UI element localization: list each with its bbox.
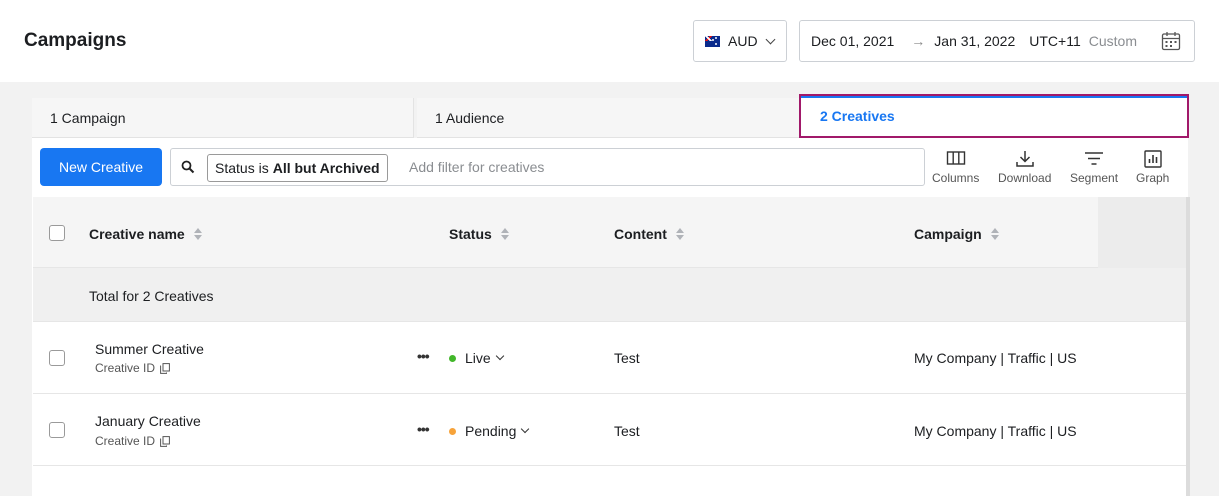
bar-chart-icon [1143, 150, 1162, 168]
more-options-icon[interactable]: ••• [417, 421, 430, 437]
creative-id-label: Creative ID [95, 361, 156, 375]
arrow-right-icon: → [911, 33, 926, 49]
status-label: Pending [465, 423, 517, 439]
total-label: Total for 2 Creatives [89, 288, 214, 304]
copy-icon[interactable] [160, 435, 170, 447]
column-header-label: Creative name [89, 226, 185, 242]
graph-label: Graph [1136, 171, 1170, 185]
status-dot [449, 354, 456, 362]
graph-button[interactable]: Graph [1136, 150, 1169, 185]
table-header-extension [1098, 197, 1186, 268]
select-all-checkbox[interactable] [49, 225, 65, 241]
filter-input[interactable] [409, 150, 909, 184]
chevron-down-icon [521, 424, 530, 434]
creative-id-label: Creative ID [95, 434, 156, 448]
australia-flag-icon [705, 35, 720, 47]
tab-audiences[interactable]: 1 Audience [417, 98, 801, 138]
search-icon [181, 160, 195, 174]
tab-bar: 1 Campaign 1 Audience 2 Creatives [32, 94, 1189, 138]
filter-lines-icon [1085, 152, 1104, 165]
date-start: Dec 01, 2021 [811, 33, 895, 49]
date-end: Jan 31, 2022 [934, 33, 1016, 49]
status-label: Live [465, 350, 491, 366]
sort-icon [990, 228, 999, 240]
row-checkbox[interactable] [49, 350, 65, 366]
download-button[interactable]: Download [998, 150, 1051, 185]
column-header-label: Campaign [914, 226, 982, 242]
segment-button[interactable]: Segment [1070, 150, 1118, 185]
chevron-down-icon [495, 351, 504, 361]
currency-label: AUD [728, 33, 758, 49]
filter-chip-prefix: Status is [215, 160, 269, 176]
page-title: Campaigns [24, 30, 127, 51]
sort-icon [675, 228, 684, 240]
more-options-icon[interactable]: ••• [417, 348, 430, 364]
download-label: Download [998, 171, 1052, 185]
creative-name[interactable]: Summer Creative [95, 341, 204, 357]
columns-button[interactable]: Columns [932, 150, 979, 185]
copy-icon[interactable] [160, 362, 170, 374]
row-checkbox[interactable] [49, 422, 65, 438]
tab-campaigns[interactable]: 1 Campaign [32, 98, 414, 138]
content-cell: Test [614, 350, 640, 366]
creative-id[interactable]: Creative ID [95, 361, 170, 375]
columns-label: Columns [932, 171, 980, 185]
column-header-content[interactable]: Content [614, 226, 684, 242]
column-header-label: Content [614, 226, 667, 242]
status-dot [449, 427, 456, 435]
tab-creatives[interactable]: 2 Creatives [799, 94, 1189, 138]
creative-name[interactable]: January Creative [95, 413, 201, 429]
calendar-icon[interactable] [1161, 31, 1181, 51]
new-creative-button[interactable]: New Creative [40, 148, 162, 186]
range-mode-label: Custom [1088, 33, 1137, 49]
column-header-campaign[interactable]: Campaign [914, 226, 999, 242]
content-cell: Test [614, 423, 640, 439]
sort-icon [193, 228, 202, 240]
campaign-cell[interactable]: My Company | Traffic | US [914, 423, 1077, 439]
column-header-label: Status [449, 226, 492, 242]
column-header-creative-name[interactable]: Creative name [89, 226, 202, 242]
column-header-status[interactable]: Status [449, 226, 509, 242]
status-dropdown[interactable]: Pending [449, 423, 530, 439]
filter-bar[interactable]: Status is All but Archived [170, 148, 925, 186]
download-icon [1015, 151, 1034, 167]
sort-icon [500, 228, 509, 240]
timezone-label: UTC+11 [1029, 33, 1081, 49]
campaign-cell[interactable]: My Company | Traffic | US [914, 350, 1077, 366]
status-dropdown[interactable]: Live [449, 350, 504, 366]
chevron-down-icon [765, 34, 776, 44]
columns-icon [946, 151, 965, 165]
currency-selector[interactable]: AUD [693, 20, 787, 62]
segment-label: Segment [1070, 171, 1119, 185]
status-filter-chip[interactable]: Status is All but Archived [207, 154, 388, 182]
horizontal-scroll-edge[interactable] [1186, 197, 1190, 496]
filter-chip-value: All but Archived [272, 160, 380, 176]
creative-id[interactable]: Creative ID [95, 434, 170, 448]
date-range-picker[interactable]: Dec 01, 2021 → Jan 31, 2022 UTC+11 Custo… [799, 20, 1195, 62]
